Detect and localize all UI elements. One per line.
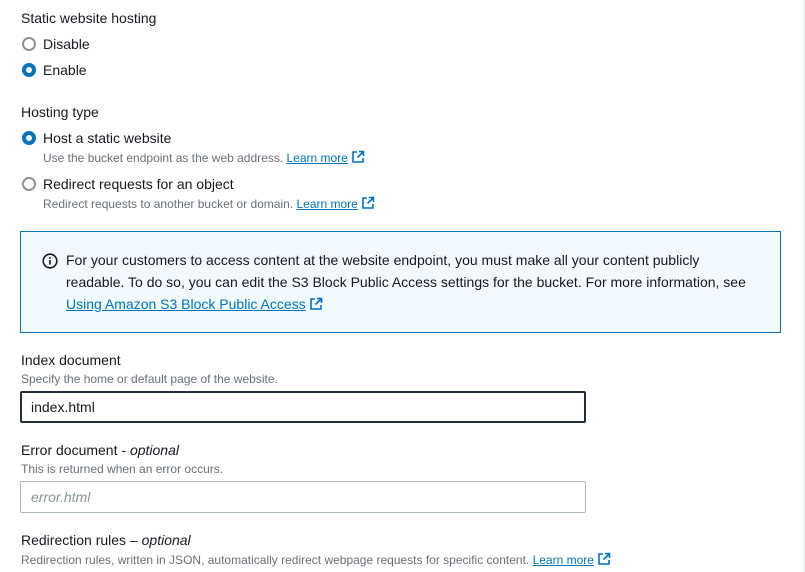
redirection-rules-label-text: Redirection rules – (21, 532, 142, 548)
external-link-icon[interactable] (597, 552, 611, 566)
index-document-label: Index document (21, 352, 121, 368)
external-link-icon[interactable] (361, 196, 375, 210)
external-link-icon[interactable] (351, 150, 365, 164)
host-static-description: Use the bucket endpoint as the web addre… (43, 150, 365, 165)
radio-redirect-control[interactable] (22, 177, 36, 191)
info-alert: For your customers to access content at … (20, 231, 781, 333)
index-document-input[interactable] (20, 391, 586, 423)
redirection-rules-description-text: Redirection rules, written in JSON, auto… (21, 553, 530, 567)
redirection-rules-description: Redirection rules, written in JSON, auto… (21, 552, 611, 567)
redirect-description-text: Redirect requests to another bucket or d… (43, 197, 294, 211)
info-icon (42, 253, 58, 269)
redirection-rules-label: Redirection rules – optional (21, 532, 191, 548)
radio-host-static-control[interactable] (22, 131, 36, 145)
error-document-label-text: Error document - (21, 442, 130, 458)
redirection-rules-optional: optional (141, 532, 191, 548)
radio-host-static-label[interactable]: Host a static website (43, 130, 171, 146)
radio-enable-control[interactable] (22, 63, 36, 77)
external-link-icon[interactable] (309, 297, 323, 311)
radio-disable-label[interactable]: Disable (43, 36, 90, 52)
redirect-learn-more-link[interactable]: Learn more (296, 197, 357, 211)
hosting-type-heading: Hosting type (21, 104, 99, 120)
radio-disable-control[interactable] (22, 37, 36, 51)
radio-enable-label[interactable]: Enable (43, 62, 87, 78)
index-document-description: Specify the home or default page of the … (21, 372, 278, 386)
info-alert-message: For your customers to access content at … (66, 252, 746, 290)
redirection-learn-more-link[interactable]: Learn more (533, 553, 594, 567)
error-document-optional: optional (129, 442, 179, 458)
error-document-input[interactable] (20, 481, 586, 513)
host-static-learn-more-link[interactable]: Learn more (287, 151, 348, 165)
block-public-access-link[interactable]: Using Amazon S3 Block Public Access (66, 296, 306, 312)
info-alert-text: For your customers to access content at … (66, 249, 756, 315)
static-hosting-heading: Static website hosting (21, 10, 157, 26)
error-document-label: Error document - optional (21, 442, 179, 458)
redirect-description: Redirect requests to another bucket or d… (43, 196, 375, 211)
host-static-description-text: Use the bucket endpoint as the web addre… (43, 151, 284, 165)
radio-redirect-label[interactable]: Redirect requests for an object (43, 176, 234, 192)
error-document-description: This is returned when an error occurs. (21, 462, 224, 476)
